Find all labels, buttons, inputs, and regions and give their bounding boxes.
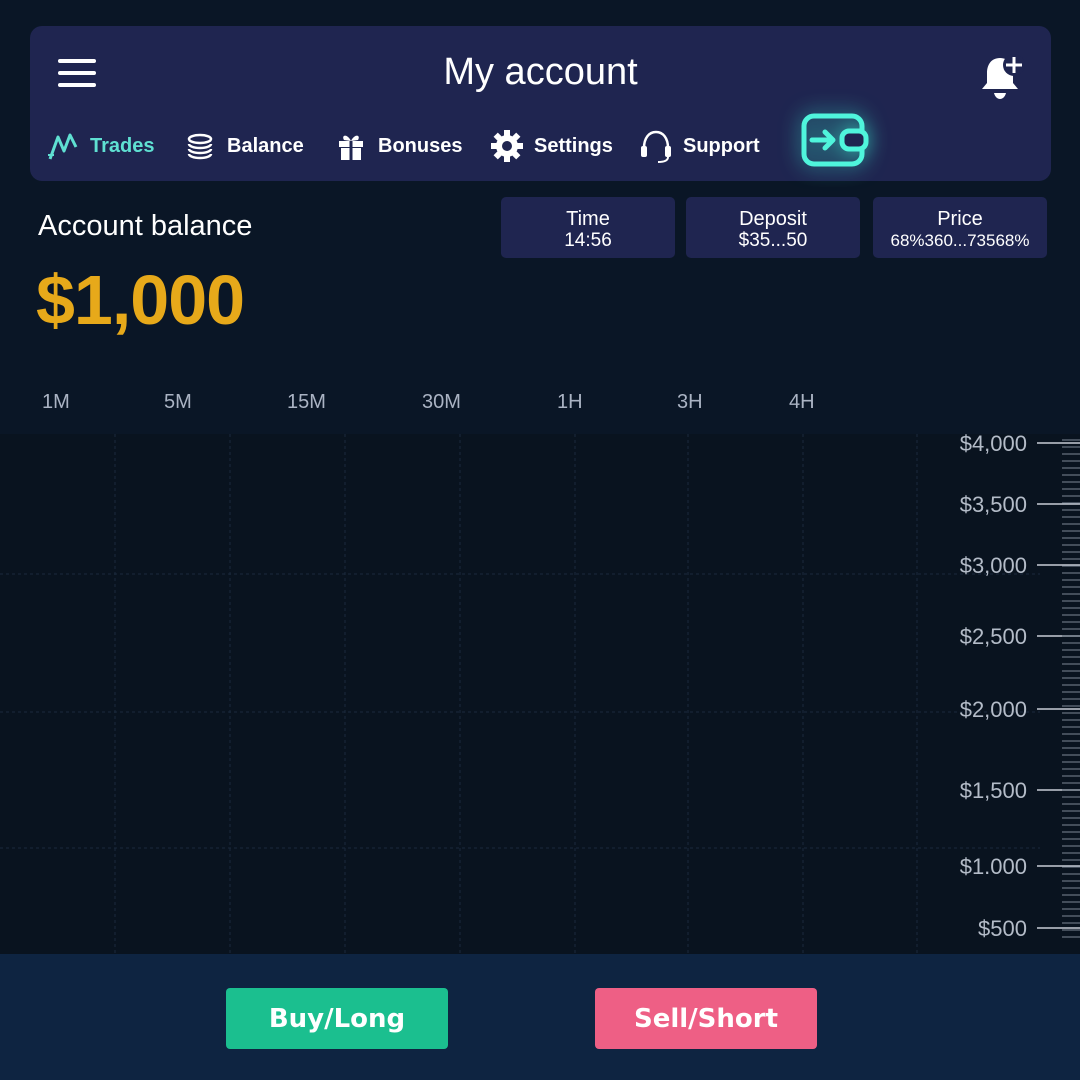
nav-item-trades[interactable]: Trades [46, 124, 154, 168]
page-title: My account [443, 51, 638, 93]
timeframe-4h[interactable]: 4H [789, 391, 815, 414]
nav-item-balance[interactable]: Balance [183, 124, 304, 168]
nav-item-support[interactable]: Support [639, 124, 760, 168]
price-chart[interactable]: $4,000 $3,500 $3,000 $2,500 $2,000 $1,500 $1.0… [0, 434, 1080, 954]
buy-long-button[interactable]: Buy/Long [226, 988, 448, 1049]
bell-plus-icon [982, 54, 1025, 99]
stat-value: 14:56 [564, 230, 612, 251]
stat-value: 68%360...73568% [890, 231, 1030, 250]
nav-item-label: Bonuses [378, 134, 463, 157]
price-chart-canvas: $4,000 $3,500 $3,000 $2,500 $2,000 $1,500 $1.0… [0, 434, 1080, 954]
account-balance-value: $1,000 [36, 261, 245, 339]
app-header: My account Trades Balance Bonuses Settin… [30, 26, 1051, 181]
wallet-deposit-button[interactable] [798, 111, 870, 169]
y-tick-label: $3,500 [960, 492, 1027, 517]
wallet-icon [801, 113, 869, 167]
nav-item-label: Balance [227, 134, 304, 157]
timeframe-5m[interactable]: 5M [164, 391, 192, 414]
y-tick-label: $500 [978, 916, 1027, 941]
headset-icon [639, 129, 673, 163]
stat-price: Price 68%360...73568% [873, 197, 1047, 258]
account-balance-label: Account balance [38, 210, 253, 242]
timeframe-3h[interactable]: 3H [677, 391, 703, 414]
stat-label: Time [566, 208, 610, 230]
nav-item-bonuses[interactable]: Bonuses [334, 124, 462, 168]
stat-label: Deposit [739, 208, 807, 230]
y-tick-label: $2,500 [960, 624, 1027, 649]
y-tick-label: $2,000 [960, 697, 1027, 722]
timeframe-15m[interactable]: 15M [287, 391, 326, 414]
stat-time: Time 14:56 [501, 197, 675, 258]
y-tick-label: $4,000 [960, 434, 1027, 456]
coins-icon [183, 129, 217, 163]
trades-icon [46, 129, 80, 163]
nav-item-settings[interactable]: Settings [490, 124, 613, 168]
y-tick-label: $3,000 [960, 553, 1027, 578]
trade-action-bar: Buy/Long Sell/Short [0, 954, 1080, 1080]
gift-icon [334, 129, 368, 163]
stat-deposit: Deposit $35...50 [686, 197, 860, 258]
y-tick-label: $1,500 [960, 778, 1027, 803]
nav-item-label: Trades [90, 134, 155, 157]
stat-label: Price [937, 208, 983, 230]
sell-short-button[interactable]: Sell/Short [595, 988, 817, 1049]
nav-item-label: Settings [534, 134, 613, 157]
nav-item-label: Support [683, 134, 760, 157]
timeframe-1m[interactable]: 1M [42, 391, 70, 414]
timeframe-1h[interactable]: 1H [557, 391, 583, 414]
y-tick-label: $1.000 [960, 854, 1027, 879]
add-alert-button[interactable] [978, 52, 1026, 102]
stat-value: $35...50 [738, 230, 808, 251]
gear-icon [490, 129, 524, 163]
timeframe-30m[interactable]: 30M [422, 391, 461, 414]
